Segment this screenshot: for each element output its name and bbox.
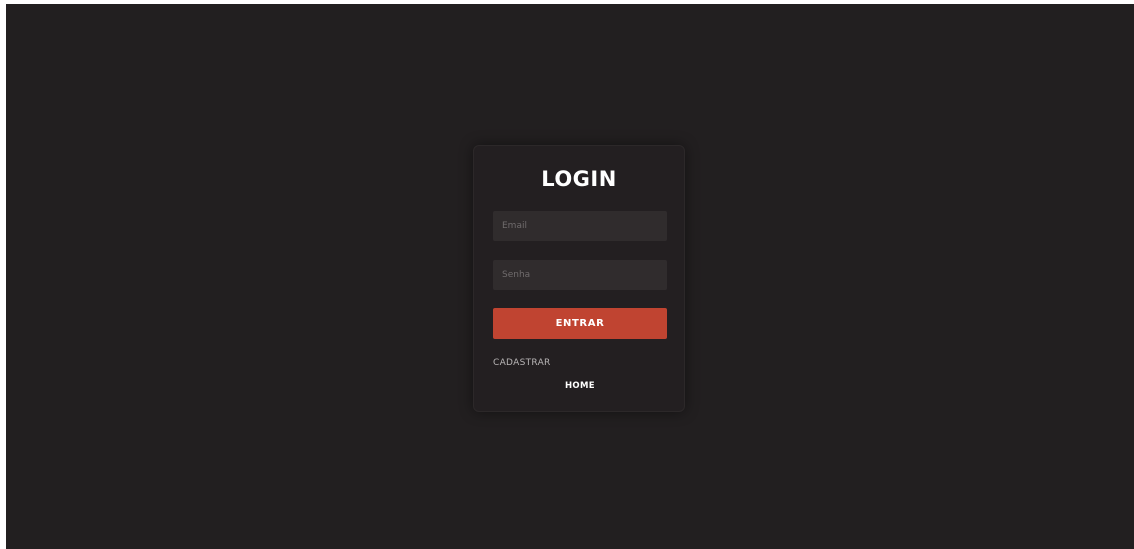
login-card: LOGIN ENTRAR CADASTRAR HOME xyxy=(473,145,685,412)
page-title: LOGIN xyxy=(541,167,617,191)
password-field[interactable] xyxy=(493,260,667,290)
page-background: LOGIN ENTRAR CADASTRAR HOME xyxy=(6,4,1134,549)
register-link[interactable]: CADASTRAR xyxy=(493,358,551,368)
email-field[interactable] xyxy=(493,211,667,241)
home-link[interactable]: HOME xyxy=(565,381,595,391)
login-button[interactable]: ENTRAR xyxy=(493,308,667,339)
